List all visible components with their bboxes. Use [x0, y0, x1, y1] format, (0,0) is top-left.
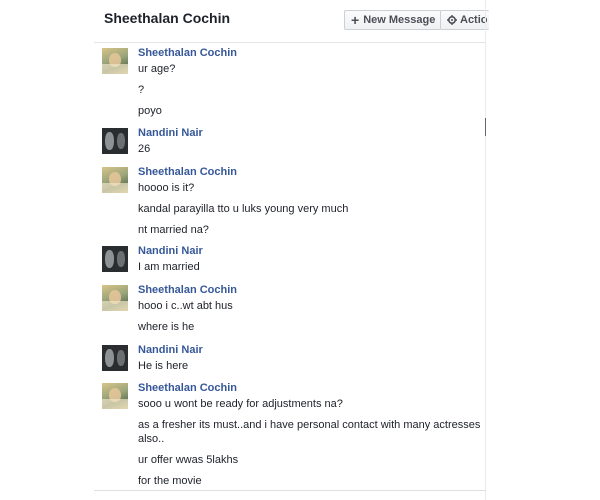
avatar[interactable]: [102, 345, 128, 371]
message-text: nt married na?: [138, 224, 209, 236]
message-text: ?: [138, 84, 145, 96]
avatar[interactable]: [102, 383, 128, 409]
sender-name[interactable]: Sheethalan Cochin: [138, 166, 237, 178]
avatar[interactable]: [102, 246, 128, 272]
sender-name[interactable]: Nandini Nair: [138, 344, 203, 356]
message-text: for the movie: [138, 475, 202, 487]
message-text: ur offer wwas 5lakhs: [138, 454, 239, 466]
message-text: sooo u wont be ready for adjustments na?: [138, 398, 343, 410]
message-text: where is he: [138, 321, 195, 333]
message-text: as a fresher its must..and i have person…: [138, 419, 481, 445]
message-text: I am married: [138, 261, 200, 273]
avatar[interactable]: [102, 128, 128, 154]
avatar[interactable]: [102, 285, 128, 311]
message-text: hooo i c..wt abt hus: [138, 300, 233, 312]
message-text: ur age?: [138, 63, 176, 75]
sender-name[interactable]: Nandini Nair: [138, 127, 203, 139]
message-text: He is here: [138, 360, 189, 372]
message-text: hoooo is it?: [138, 182, 195, 194]
message-thread: Sheethalan Cochin ur age?? poyo Nandini Nai…: [0, 0, 600, 500]
avatar[interactable]: [102, 48, 128, 74]
sender-name[interactable]: Nandini Nair: [138, 245, 203, 257]
message-text: poyo: [138, 105, 162, 117]
footer-divider: [94, 490, 486, 491]
avatar[interactable]: [102, 167, 128, 193]
sender-name[interactable]: Sheethalan Cochin: [138, 382, 237, 394]
message-text: 26: [138, 143, 151, 155]
sender-name[interactable]: Sheethalan Cochin: [138, 284, 237, 296]
sender-name[interactable]: Sheethalan Cochin: [138, 47, 237, 59]
message-text: kandal parayilla tto u luks young very m…: [138, 203, 349, 215]
